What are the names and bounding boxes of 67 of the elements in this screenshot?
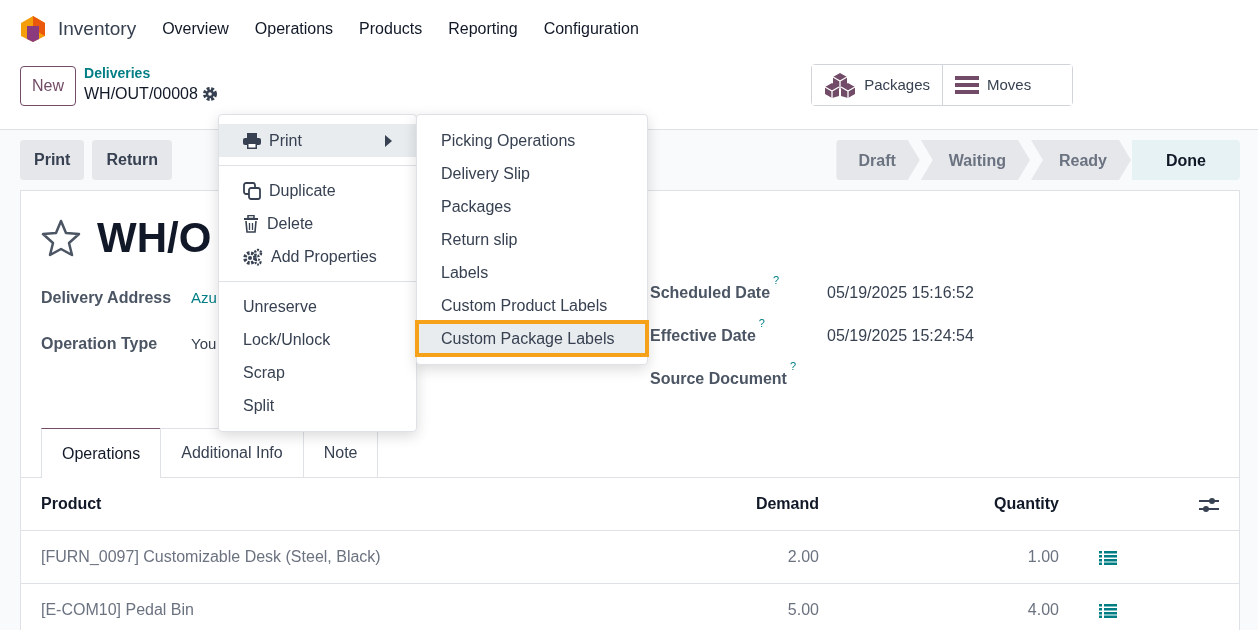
action-button[interactable]: Return [92, 140, 172, 180]
record-name: WH/OUT/00008 [84, 83, 198, 104]
smart-button[interactable]: Moves [942, 65, 1072, 105]
status-step[interactable]: Waiting [920, 140, 1030, 180]
submenu-item[interactable]: Labels [417, 256, 647, 289]
field-label: Delivery Address [41, 288, 173, 308]
menu-item[interactable]: Add Properties [219, 240, 416, 273]
star-icon[interactable] [41, 219, 81, 257]
submenu-item[interactable]: Custom Product Labels [417, 289, 647, 322]
details-list-icon[interactable] [1099, 603, 1117, 618]
help-tooltip[interactable]: ? [773, 275, 780, 286]
cubes-icon [824, 72, 857, 98]
printer-icon [243, 132, 261, 149]
field-link[interactable]: Azu [191, 286, 217, 310]
breadcrumb-link[interactable]: Deliveries [84, 66, 218, 82]
help-tooltip[interactable]: ? [789, 361, 797, 372]
field-label: Operation Type [41, 334, 159, 354]
caret-right-icon [385, 134, 392, 147]
app-name[interactable]: Inventory [58, 14, 137, 44]
table-cell: 2.00 [599, 530, 839, 584]
field-value: 05/19/2025 15:16:52 [827, 282, 974, 303]
trash-icon [243, 214, 259, 233]
nav-menu-item[interactable]: Reporting [448, 17, 518, 41]
field-label: Source Document [650, 368, 787, 389]
nav-menu-item[interactable]: Overview [162, 17, 229, 41]
menu-item[interactable]: Lock/Unlock [219, 323, 416, 356]
submenu-item[interactable]: Picking Operations [417, 124, 647, 157]
nav-menu-item[interactable]: Products [359, 17, 423, 41]
field-value: You [191, 333, 217, 354]
gears-icon [243, 247, 263, 266]
field-label: Effective Date [650, 325, 756, 346]
submenu-item[interactable]: Return slip [417, 223, 647, 256]
menu-item[interactable]: Unreserve [219, 290, 416, 323]
status-step[interactable]: Ready [1030, 140, 1131, 180]
table-cell: 1.00 [839, 530, 1079, 584]
tab[interactable]: Operations [41, 428, 162, 478]
menu-item[interactable]: Scrap [219, 356, 416, 389]
submenu-item[interactable]: Delivery Slip [417, 157, 647, 190]
menu-item[interactable]: Print [219, 124, 416, 157]
help-tooltip[interactable]: ? [758, 318, 765, 329]
details-list-icon[interactable] [1099, 550, 1117, 565]
column-settings-icon[interactable] [1199, 495, 1219, 514]
field-label: Scheduled Date [650, 282, 771, 303]
app-logo-icon [20, 15, 46, 43]
copy-icon [243, 181, 261, 200]
column-header[interactable]: Product [21, 478, 599, 531]
table-cell: [FURN_0097] Customizable Desk (Steel, Black) [21, 530, 599, 584]
action-button[interactable]: Print [20, 140, 85, 180]
status-step[interactable]: Done [1132, 140, 1240, 180]
column-header[interactable]: Quantity [839, 478, 1079, 531]
submenu-item[interactable]: Custom Package Labels [417, 322, 647, 355]
menu-item[interactable]: Duplicate [219, 174, 416, 207]
new-button[interactable]: New [20, 66, 76, 106]
nav-menu-item[interactable]: Configuration [543, 17, 639, 41]
field-value: 05/19/2025 15:24:54 [827, 325, 974, 346]
table-cell: 5.00 [599, 583, 839, 630]
column-header[interactable]: Demand [599, 478, 839, 531]
table-cell: [E-COM10] Pedal Bin [21, 583, 599, 630]
settings-icon[interactable] [201, 85, 218, 102]
record-title: WH/O [97, 217, 212, 259]
table-cell: 4.00 [839, 583, 1079, 630]
status-step[interactable]: Draft [836, 140, 920, 180]
menu-item[interactable]: Delete [219, 207, 416, 240]
submenu-item[interactable]: Packages [417, 190, 647, 223]
list-icon [955, 75, 979, 95]
nav-menu-item[interactable]: Operations [254, 17, 334, 41]
menu-item[interactable]: Split [219, 389, 416, 422]
